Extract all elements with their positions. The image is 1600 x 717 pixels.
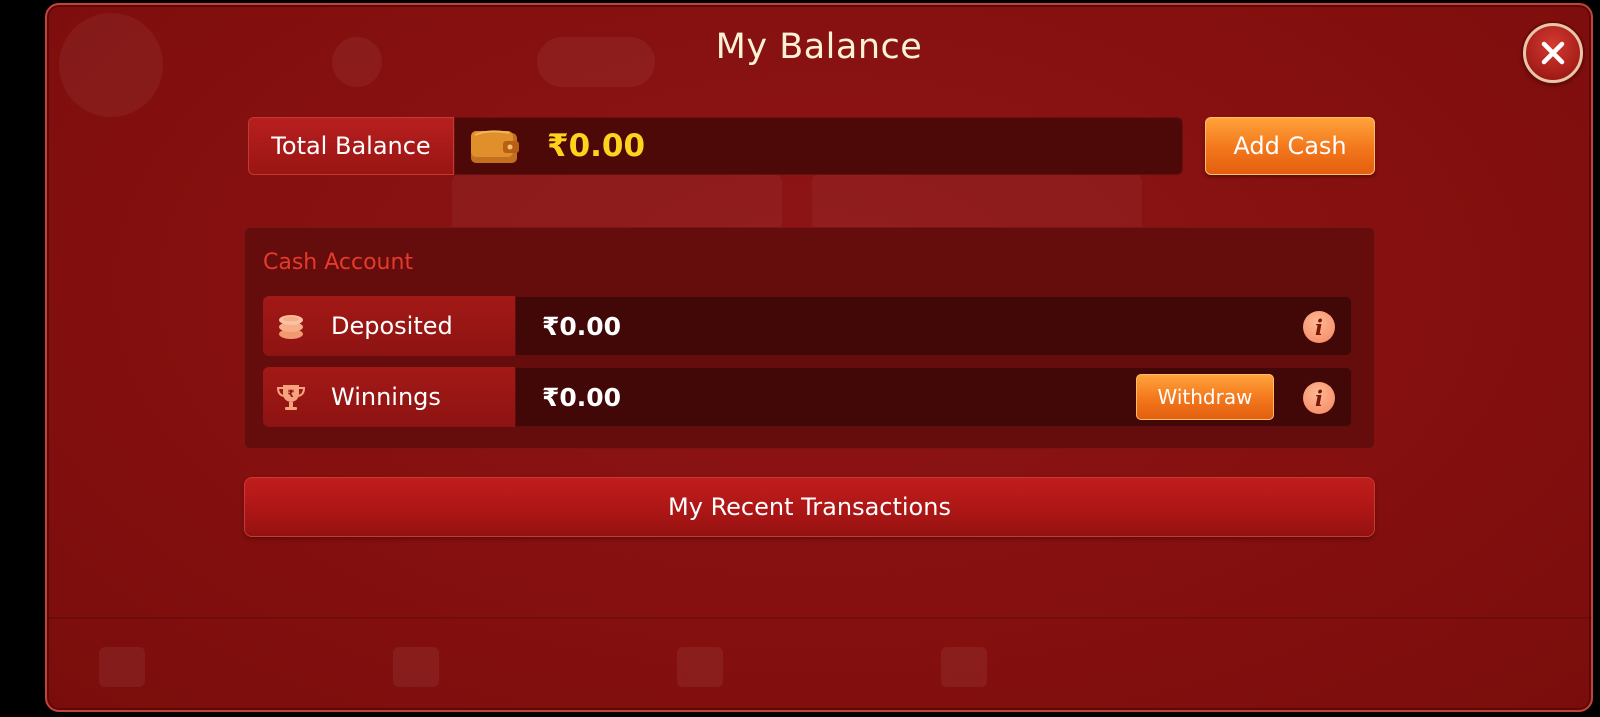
deposited-label: Deposited — [331, 312, 453, 340]
wallet-icon — [471, 130, 519, 163]
svg-text:₹: ₹ — [288, 389, 295, 400]
total-balance-label: Total Balance — [248, 117, 454, 175]
cash-account-panel: Cash Account Deposited ₹0.00 i ₹ Winning… — [244, 227, 1375, 449]
screen: My Balance Total Balance ₹0.00 Add Cash — [0, 0, 1600, 717]
background-cards-right — [812, 175, 1142, 230]
balance-modal: My Balance Total Balance ₹0.00 Add Cash — [45, 3, 1593, 712]
background-cards-left — [452, 175, 782, 230]
deposited-info-icon[interactable]: i — [1303, 311, 1335, 343]
withdraw-button[interactable]: Withdraw — [1136, 374, 1274, 420]
trophy-icon: ₹ — [276, 385, 306, 410]
background-divider — [47, 617, 1591, 619]
total-balance-value-box: ₹0.00 — [454, 117, 1183, 175]
recent-transactions-button[interactable]: My Recent Transactions — [244, 477, 1375, 537]
coins-icon — [279, 315, 303, 339]
deposited-row: Deposited ₹0.00 i — [263, 296, 1352, 356]
deposited-value: ₹0.00 — [542, 311, 622, 341]
total-balance-value: ₹0.00 — [547, 128, 646, 164]
winnings-info-icon[interactable]: i — [1303, 382, 1335, 414]
winnings-label-box: ₹ Winnings — [263, 367, 515, 427]
winnings-value: ₹0.00 — [542, 382, 622, 412]
close-icon — [1541, 41, 1565, 65]
winnings-row: ₹ Winnings ₹0.00 Withdraw i — [263, 367, 1352, 427]
cash-account-title: Cash Account — [263, 250, 414, 275]
winnings-label: Winnings — [331, 383, 441, 411]
add-cash-button[interactable]: Add Cash — [1205, 117, 1375, 175]
close-button[interactable] — [1523, 23, 1583, 83]
deposited-value-box: ₹0.00 i — [515, 296, 1352, 356]
background-nav — [99, 645, 987, 689]
modal-title: My Balance — [715, 27, 923, 67]
total-balance-row: Total Balance ₹0.00 Add Cash — [248, 117, 1375, 177]
winnings-value-box: ₹0.00 Withdraw i — [515, 367, 1352, 427]
deposited-label-box: Deposited — [263, 296, 515, 356]
